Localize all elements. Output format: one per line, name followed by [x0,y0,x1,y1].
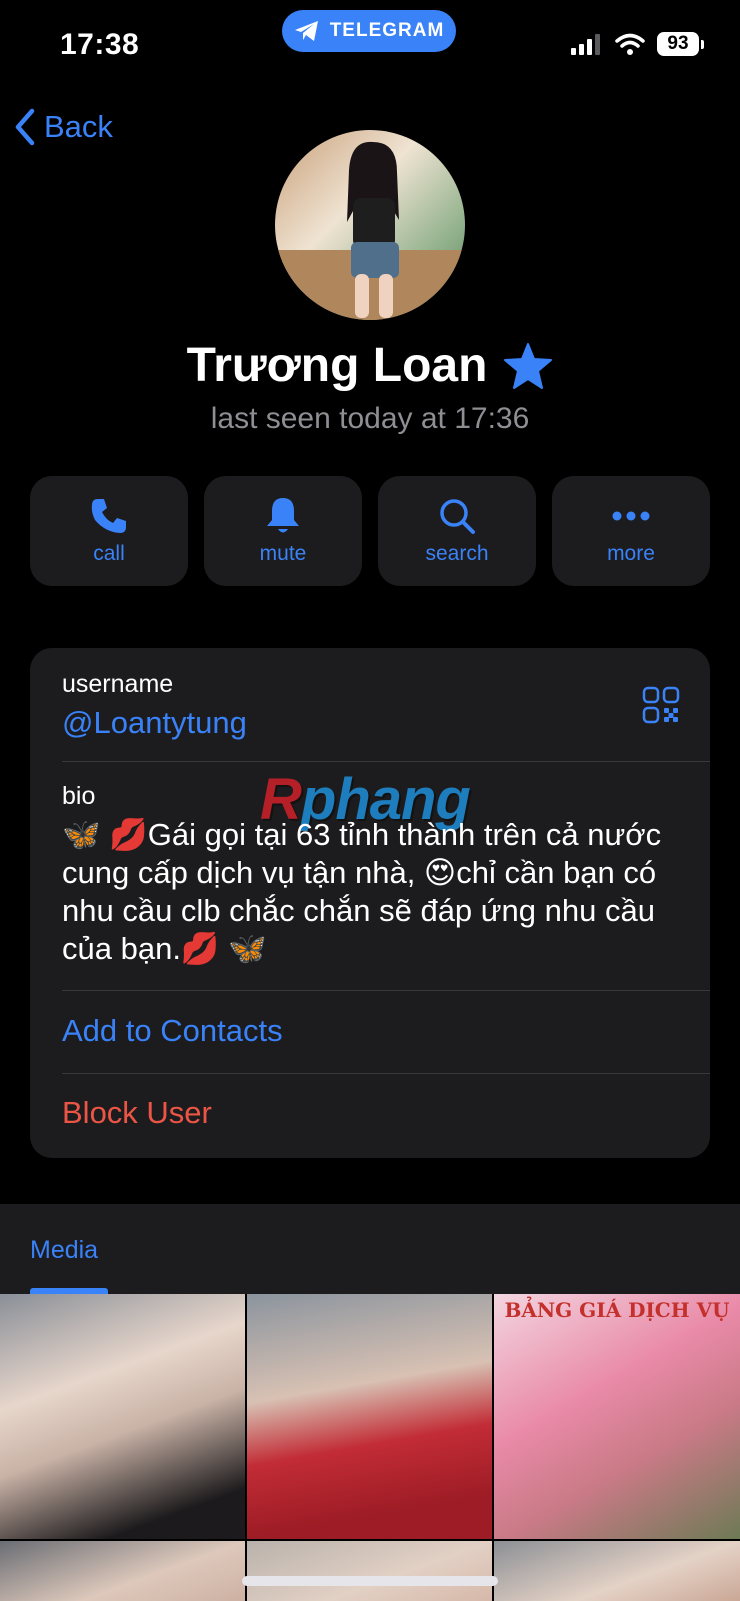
media-thumbnail[interactable]: BẢNG GIÁ DỊCH VỤ [494,1294,740,1539]
call-label: call [93,542,125,565]
bio-label: bio [62,782,96,810]
more-label: more [607,542,655,565]
star-icon[interactable] [503,342,553,390]
wifi-icon [615,33,645,55]
search-icon [440,499,475,534]
media-grid: BẢNG GIÁ DỊCH VỤ [0,1294,740,1601]
divider [62,761,710,762]
search-label: search [425,542,489,565]
phone-icon [91,499,126,533]
home-indicator[interactable] [242,1576,498,1586]
media-thumbnail[interactable] [0,1294,245,1539]
back-button[interactable]: Back [14,108,113,146]
price-sheet-title: BẢNG GIÁ DỊCH VỤ [504,1298,730,1322]
media-thumbnail[interactable] [247,1541,492,1601]
telegram-pill-label: TELEGRAM [329,20,445,41]
chevron-left-icon [15,108,35,146]
last-seen-status: last seen today at 17:36 [210,402,530,435]
avatar[interactable] [275,130,465,320]
search-button[interactable]: search [378,476,536,586]
bio-text: 🦋 💋Gái gọi tại 63 tỉnh thành trên cả nướ… [62,817,662,966]
divider [62,990,710,991]
username-link[interactable]: @Loantytung [62,705,247,741]
profile-name: Trương Loan [186,339,488,392]
cellular-signal-icon [571,34,600,55]
paper-plane-icon [294,21,318,41]
status-icons: 93 [571,32,704,56]
media-thumbnail[interactable] [494,1541,740,1601]
divider [62,1073,710,1074]
media-thumbnail[interactable] [247,1294,492,1539]
profile-name-row: Trương Loan [0,338,740,393]
battery-cap [701,39,704,49]
telegram-pill[interactable]: TELEGRAM [282,10,456,52]
status-time: 17:38 [60,28,140,61]
profile-info-card: username @Loantytung bio Rphang 🦋 💋Gái g… [30,648,710,1158]
qr-code-icon[interactable] [642,686,680,724]
avatar-photo [275,141,465,320]
media-thumbnail[interactable] [0,1541,245,1601]
bell-icon [267,498,299,533]
block-user-button[interactable]: Block User [62,1095,212,1131]
battery-indicator: 93 [657,32,699,56]
action-buttons: call mute search more [30,476,710,586]
tab-media[interactable]: Media [30,1236,98,1265]
call-button[interactable]: call [30,476,188,586]
add-to-contacts-button[interactable]: Add to Contacts [62,1013,283,1049]
username-label: username [62,670,174,698]
back-label: Back [44,109,113,144]
ellipsis-icon [612,511,650,521]
more-button[interactable]: more [552,476,710,586]
mute-button[interactable]: mute [204,476,362,586]
mute-label: mute [259,542,307,565]
media-tab-bar [0,1204,740,1294]
